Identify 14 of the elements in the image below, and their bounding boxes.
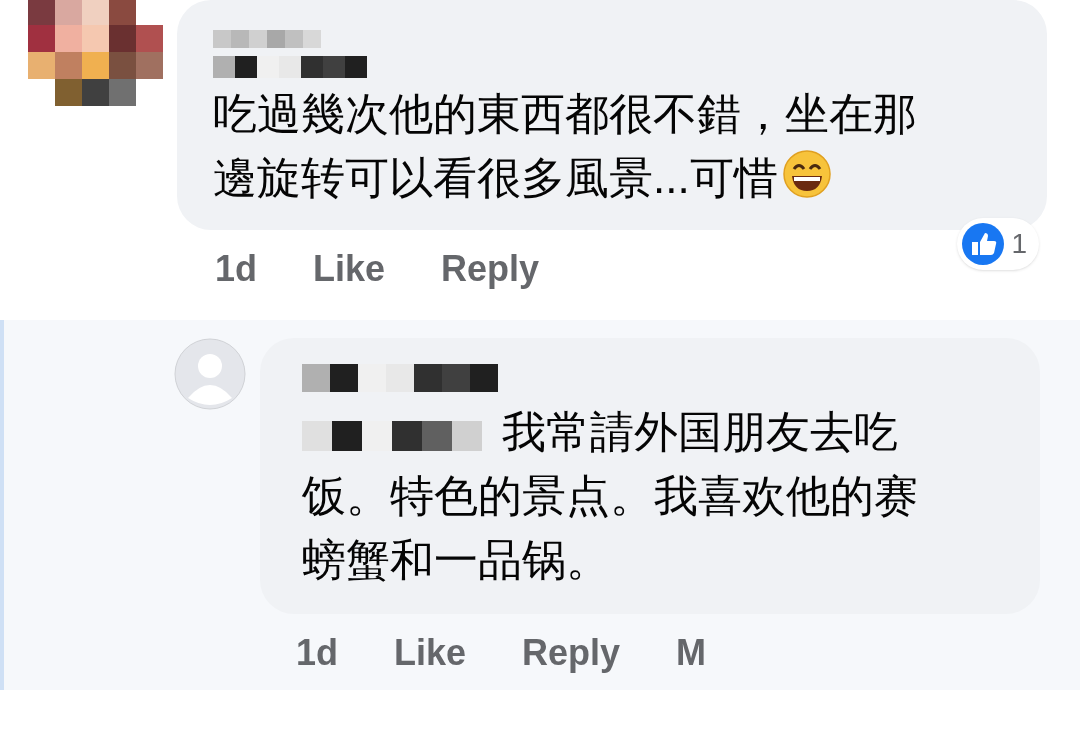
comment-time: 1d: [215, 247, 257, 291]
comment-text: 吃過幾次他的東西都很不錯，坐在那邊旋转可以看很多風景...可惜: [213, 88, 918, 204]
comment-action[interactable]: Reply: [522, 626, 621, 680]
avatar-icon[interactable]: [174, 338, 246, 410]
comment-time: 1d: [296, 631, 338, 675]
reaction-badge[interactable]: 1: [957, 218, 1039, 270]
comment-action[interactable]: M: [676, 626, 707, 680]
comment-action[interactable]: Like: [313, 242, 386, 296]
reaction-count: 1: [1011, 227, 1027, 261]
comment-text: 我常請外国朋友去吃饭。特色的景点。我喜欢他的赛螃蟹和一品锅。: [302, 406, 919, 586]
comment-action[interactable]: Like: [394, 626, 467, 680]
comment-action[interactable]: Reply: [441, 242, 540, 296]
grinning-emoji-icon: [781, 149, 832, 199]
like-icon: [961, 222, 1006, 266]
